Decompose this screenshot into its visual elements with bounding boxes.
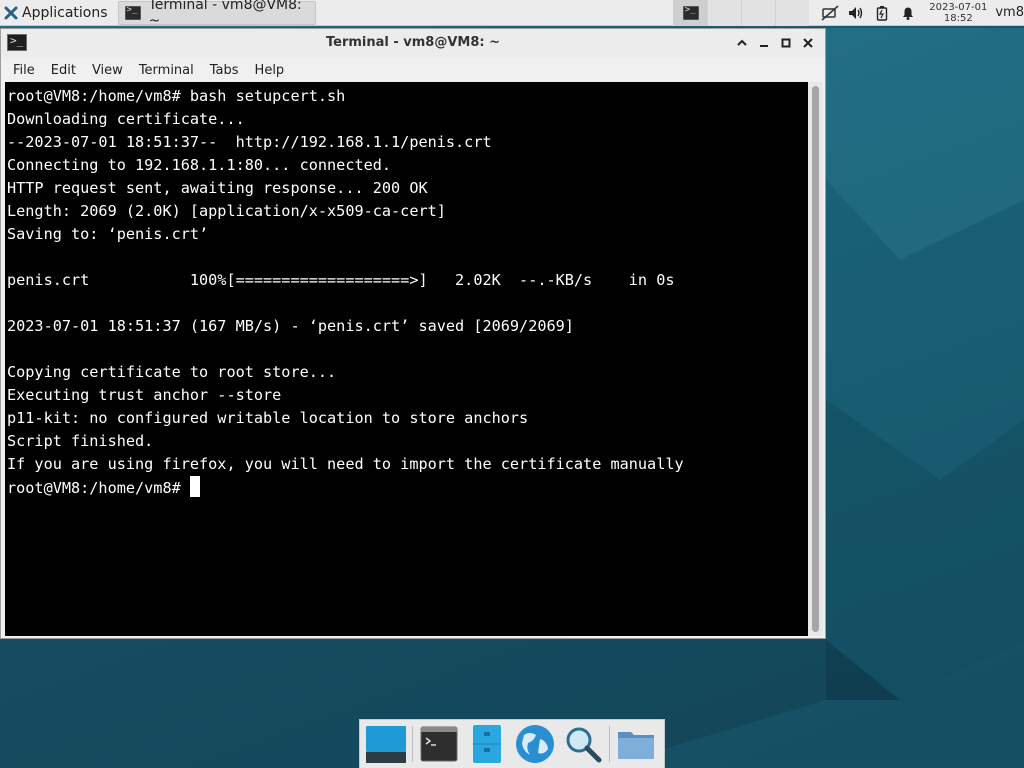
- terminal-prompt-line: root@VM8:/home/vm8#: [7, 476, 808, 499]
- workspace-switcher: [673, 0, 810, 26]
- menu-tabs[interactable]: Tabs: [202, 63, 247, 78]
- taskbar-terminal-label: Terminal - vm8@VM8: ~: [148, 0, 302, 29]
- user-menu[interactable]: vm8: [995, 5, 1024, 20]
- desktop-icon: [366, 726, 406, 763]
- dock-home-folder-launcher[interactable]: [614, 722, 658, 766]
- show-desktop-button[interactable]: [364, 722, 408, 766]
- terminal-line: root@VM8:/home/vm8# bash setupcert.sh: [7, 87, 346, 105]
- clock[interactable]: 2023-07-01 18:52: [929, 2, 987, 24]
- file-manager-icon: [473, 725, 501, 763]
- scrollbar-thumb[interactable]: [812, 86, 819, 632]
- terminal-cursor: [189, 476, 200, 497]
- terminal-line: Executing trust anchor --store: [7, 386, 282, 404]
- system-tray: 2023-07-01 18:52 vm8: [817, 0, 1024, 26]
- terminal-window: Terminal - vm8@VM8: ~ File Edit View Ter…: [0, 28, 826, 639]
- terminal-line: 2023-07-01 18:51:37 (167 MB/s) - ‘penis.…: [7, 317, 574, 335]
- applications-label: Applications: [22, 4, 108, 21]
- minimize-button[interactable]: [753, 33, 775, 53]
- network-icon[interactable]: [820, 4, 840, 22]
- dock-separator: [412, 726, 413, 762]
- clock-date: 2023-07-01: [929, 1, 988, 13]
- terminal-prompt: root@VM8:/home/vm8#: [7, 479, 190, 497]
- terminal-scrollbar[interactable]: [808, 82, 823, 636]
- workspace-4[interactable]: [775, 0, 810, 26]
- terminal-icon: [420, 726, 458, 762]
- chevron-up-icon: [737, 39, 747, 46]
- menu-file[interactable]: File: [5, 63, 43, 78]
- terminal-line: If you are using firefox, you will need …: [7, 455, 684, 473]
- dock-terminal-launcher[interactable]: [417, 722, 461, 766]
- maximize-button[interactable]: [775, 33, 797, 53]
- terminal-icon: [124, 5, 141, 20]
- xfce-logo-icon: [4, 6, 18, 19]
- terminal-line: Saving to: ‘penis.crt’: [7, 225, 209, 243]
- maximize-icon: [781, 38, 791, 48]
- terminal-line: HTTP request sent, awaiting response... …: [7, 179, 428, 197]
- window-title: Terminal - vm8@VM8: ~: [325, 35, 501, 50]
- dock-web-browser-launcher[interactable]: [513, 722, 557, 766]
- menu-edit[interactable]: Edit: [43, 63, 84, 78]
- window-controls: [731, 33, 819, 53]
- dock-file-manager-launcher[interactable]: [465, 722, 509, 766]
- workspace-2[interactable]: [707, 0, 742, 26]
- terminal-line: Downloading certificate...: [7, 110, 245, 128]
- dock-separator: [609, 726, 610, 762]
- workspace-3[interactable]: [741, 0, 776, 26]
- terminal-output[interactable]: root@VM8:/home/vm8# bash setupcert.sh Do…: [5, 82, 808, 636]
- volume-icon[interactable]: [846, 4, 866, 22]
- app-finder-icon: [566, 727, 602, 763]
- menu-terminal[interactable]: Terminal: [131, 63, 202, 78]
- web-browser-icon: [516, 725, 554, 763]
- shade-button[interactable]: [731, 33, 753, 53]
- terminal-line: Copying certificate to root store...: [7, 363, 337, 381]
- home-folder-icon: [618, 732, 654, 759]
- top-panel: Applications Terminal - vm8@VM8: ~ 2023-…: [0, 0, 1024, 29]
- terminal-line: --2023-07-01 18:51:37-- http://192.168.1…: [7, 133, 492, 151]
- close-icon: [803, 38, 813, 48]
- terminal-line: p11-kit: no configured writable location…: [7, 409, 529, 427]
- minimize-icon: [760, 45, 768, 47]
- taskbar-terminal-button[interactable]: Terminal - vm8@VM8: ~: [117, 0, 316, 29]
- clock-time: 18:52: [943, 12, 973, 24]
- menu-help[interactable]: Help: [247, 63, 293, 78]
- terminal-icon: [682, 5, 699, 20]
- workspace-1[interactable]: [673, 0, 708, 26]
- notification-bell-icon[interactable]: [898, 4, 918, 22]
- terminal-line: Script finished.: [7, 432, 154, 450]
- menubar: File Edit View Terminal Tabs Help: [1, 57, 825, 83]
- terminal-line: Connecting to 192.168.1.1:80... connecte…: [7, 156, 392, 174]
- dock-app-finder-launcher[interactable]: [561, 722, 605, 766]
- terminal-line: penis.crt 100%[===================>] 2.0…: [7, 271, 675, 289]
- close-button[interactable]: [797, 33, 819, 53]
- applications-menu-button[interactable]: Applications: [0, 0, 114, 26]
- terminal-line: Length: 2069 (2.0K) [application/x-x509-…: [7, 202, 446, 220]
- battery-icon[interactable]: [872, 4, 892, 22]
- window-titlebar[interactable]: Terminal - vm8@VM8: ~: [1, 29, 825, 57]
- menu-view[interactable]: View: [84, 63, 131, 78]
- dock: [359, 719, 665, 768]
- terminal-lines: root@VM8:/home/vm8# bash setupcert.sh Do…: [5, 82, 808, 499]
